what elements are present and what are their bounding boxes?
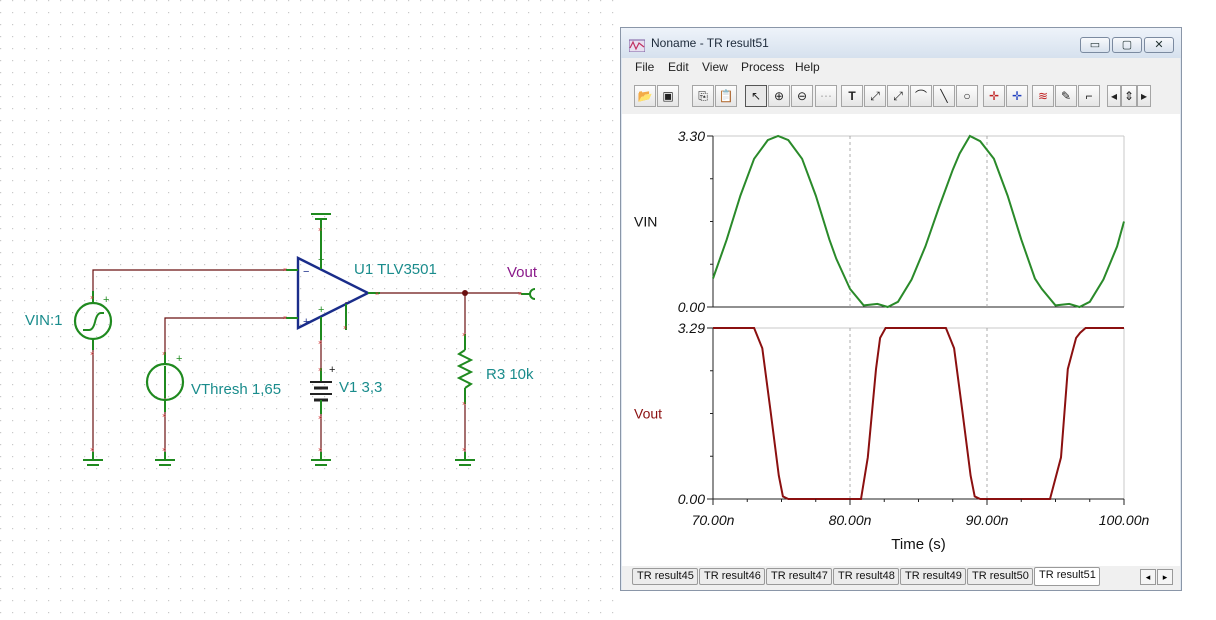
tab-tr-result47[interactable]: TR result47: [766, 568, 832, 585]
vthresh-plus-sign: +: [176, 353, 182, 365]
svg-text:×: ×: [90, 351, 94, 358]
x-tick-label: 80.00n: [829, 512, 872, 528]
waveform-icon[interactable]: ≋: [1032, 85, 1054, 107]
svg-text:×: ×: [462, 401, 466, 408]
waveform-chart: 0.00 3.30 VIN 0.00 3.29 Vout 70.00n 80.00n 90.00…: [634, 128, 1150, 553]
svg-text:×: ×: [462, 447, 466, 454]
y-tick-label-max: 3.30: [678, 128, 705, 144]
y-tick-label-min: 0.00: [678, 299, 705, 315]
pointer-icon[interactable]: ↖: [745, 85, 767, 107]
zoom-in-icon[interactable]: ⊕: [768, 85, 790, 107]
svg-text:×: ×: [162, 351, 166, 358]
tabs-scroll-right-icon[interactable]: ▸: [1157, 569, 1173, 585]
vin-plus-sign: +: [103, 294, 109, 306]
grid-icon[interactable]: ⋯: [815, 85, 837, 107]
menu-bar: File Edit View Process Help: [622, 58, 1180, 78]
series-line-vin: [712, 134, 1125, 309]
menu-view[interactable]: View: [702, 60, 728, 74]
line-icon[interactable]: ╲: [933, 85, 955, 107]
svg-text:×: ×: [518, 291, 522, 298]
text-icon[interactable]: T: [841, 85, 863, 107]
svg-text:×: ×: [318, 415, 322, 422]
vthresh-label: VThresh 1,65: [191, 381, 282, 398]
battery-plus-sign: +: [329, 364, 335, 376]
zoom-100-icon[interactable]: ⊖: [791, 85, 813, 107]
opamp-label: U1 TLV3501: [354, 261, 437, 278]
series-label-vout: Vout: [634, 406, 662, 422]
close-button[interactable]: ✕: [1144, 37, 1174, 53]
svg-text:×: ×: [283, 315, 287, 322]
tab-tr-result49[interactable]: TR result49: [900, 568, 966, 585]
window-title: Noname - TR result51: [651, 36, 769, 50]
svg-text:×: ×: [343, 325, 347, 332]
svg-text:×: ×: [318, 367, 322, 374]
circle-icon[interactable]: ○: [956, 85, 978, 107]
x-tick-label: 90.00n: [966, 512, 1009, 528]
opamp-minus-sign: −: [303, 266, 309, 278]
title-bar[interactable]: Noname - TR result51 ▭ ▢ ✕: [621, 28, 1181, 58]
tab-tr-result51[interactable]: TR result51: [1034, 567, 1100, 586]
svg-text:×: ×: [318, 447, 322, 454]
resistor-label: R3 10k: [486, 366, 534, 383]
tabs-scroll-left-icon[interactable]: ◂: [1140, 569, 1156, 585]
series-label-vin: VIN: [634, 214, 657, 230]
menu-help[interactable]: Help: [795, 60, 820, 74]
result-tabs: TR result45 TR result46 TR result47 TR r…: [622, 566, 1180, 590]
battery-label: V1 3,3: [339, 379, 383, 396]
result-window: Noname - TR result51 ▭ ▢ ✕ File Edit Vie…: [620, 27, 1182, 591]
svg-text:×: ×: [162, 447, 166, 454]
svg-text:×: ×: [318, 340, 322, 347]
cursor-b-icon[interactable]: ⤢: [887, 85, 909, 107]
cursor-marker-b-icon[interactable]: ✛: [1006, 85, 1028, 107]
x-tick-label: 100.00n: [1099, 512, 1150, 528]
menu-file[interactable]: File: [635, 60, 654, 74]
open-icon[interactable]: 📂: [634, 85, 656, 107]
toolbar: 📂 ▣ ⎘ 📋 ↖ ⊕ ⊖ ⋯ T ⤢ ⤢ ⌒ ╲ ○ ✛ ✛ ≋ ✎ ⌐ ◂ …: [622, 78, 1180, 114]
vin-label: VIN:1: [25, 312, 63, 329]
cursor-a-icon[interactable]: ⤢: [864, 85, 886, 107]
maximize-button[interactable]: ▢: [1112, 37, 1142, 53]
x-tick-label: 70.00n: [692, 512, 735, 528]
scroll-right-icon[interactable]: ▸: [1137, 85, 1151, 107]
svg-text:×: ×: [90, 295, 94, 302]
vout-label: Vout: [507, 264, 538, 281]
y-tick-label-min: 0.00: [678, 491, 705, 507]
svg-text:×: ×: [462, 332, 466, 339]
series-line-vout: [713, 327, 1124, 500]
app-icon: [629, 39, 645, 52]
flag-icon[interactable]: ⌐: [1078, 85, 1100, 107]
copy-icon[interactable]: ⎘: [692, 85, 714, 107]
probe-icon[interactable]: ✎: [1055, 85, 1077, 107]
scroll-left-icon[interactable]: ◂: [1107, 85, 1121, 107]
paste-icon[interactable]: 📋: [715, 85, 737, 107]
svg-text:×: ×: [162, 413, 166, 420]
scroll-up-down-icon[interactable]: ⇕: [1121, 85, 1137, 107]
tab-tr-result46[interactable]: TR result46: [699, 568, 765, 585]
schematic-canvas: × × × × × × × × × × × × × × × × × × × − + + + − + +: [0, 0, 615, 620]
curve-icon[interactable]: ⌒: [910, 85, 932, 107]
opamp-vcc-minus: −: [318, 254, 324, 266]
tab-tr-result48[interactable]: TR result48: [833, 568, 899, 585]
tab-tr-result45[interactable]: TR result45: [632, 568, 698, 585]
x-axis-title: Time (s): [891, 536, 945, 553]
plot-area[interactable]: 0.00 3.30 VIN 0.00 3.29 Vout 70.00n 80.00n 90.00…: [622, 114, 1180, 566]
y-tick-label-max: 3.29: [678, 320, 705, 336]
opamp-in-plus: +: [318, 304, 324, 316]
menu-edit[interactable]: Edit: [668, 60, 689, 74]
cursor-marker-a-icon[interactable]: ✛: [983, 85, 1005, 107]
junction-dot: [462, 290, 468, 296]
svg-text:×: ×: [90, 447, 94, 454]
svg-text:×: ×: [375, 291, 379, 298]
menu-process[interactable]: Process: [741, 60, 784, 74]
opamp-plus-sign: +: [303, 316, 309, 328]
svg-text:×: ×: [283, 267, 287, 274]
tab-tr-result50[interactable]: TR result50: [967, 568, 1033, 585]
svg-text:×: ×: [318, 227, 322, 234]
minimize-button[interactable]: ▭: [1080, 37, 1110, 53]
save-icon[interactable]: ▣: [657, 85, 679, 107]
